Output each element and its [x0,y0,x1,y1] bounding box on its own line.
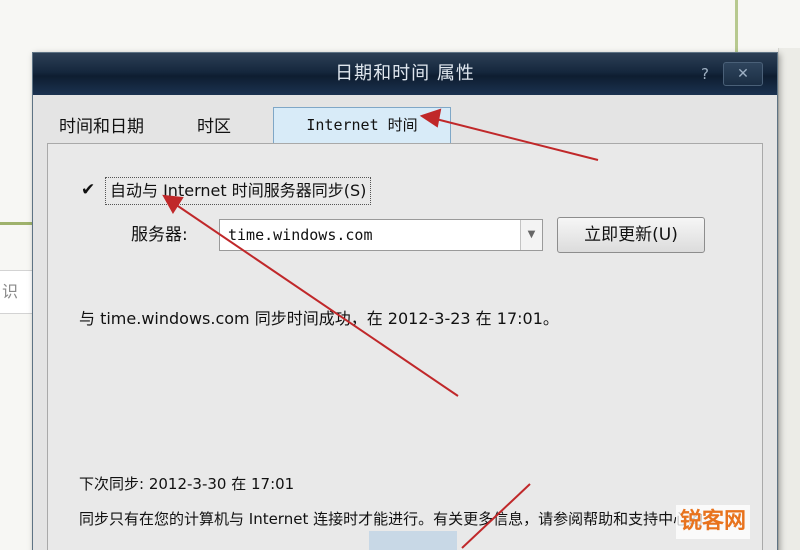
auto-sync-label[interactable]: 自动与 Internet 时间服务器同步(S) [105,177,372,205]
dropdown-arrow-icon[interactable]: ▼ [520,220,542,250]
help-button[interactable]: ? [693,63,717,85]
sync-status-text: 与 time.windows.com 同步时间成功，在 2012-3-23 在 … [79,309,559,328]
close-button[interactable]: ✕ [723,62,763,86]
title-bar[interactable]: 日期和时间 属性 ? ✕ [33,53,777,95]
auto-sync-checkbox[interactable]: ✔ [81,181,99,199]
sync-note-text: 同步只有在您的计算机与 Internet 连接时才能进行。有关更多信息，请参阅帮… [79,509,719,529]
update-now-button[interactable]: 立即更新(U) [557,217,705,253]
tab-date-and-time[interactable]: 时间和日期 [59,111,181,143]
checkmark-icon: ✔ [81,180,96,200]
server-combobox[interactable]: time.windows.com ▼ [219,219,543,251]
help-link[interactable]: 时间同步 [369,531,457,550]
tab-time-zone[interactable]: 时区 [197,111,251,143]
sync-note-body: 同步只有在您的计算机与 Internet 连接时才能进行。有关更多信息，请参阅帮… [79,510,704,528]
dialog-title: 日期和时间 属性 [335,63,475,84]
background-divider [0,222,36,225]
tab-internet-time[interactable]: Internet 时间 [273,107,451,143]
server-label: 服务器: [131,225,188,245]
background-input-fragment: 识 [0,270,36,314]
date-time-properties-dialog: 日期和时间 属性 ? ✕ 时间和日期 时区 Internet 时间 ✔ 自动与 … [32,52,778,550]
background-divider [735,0,738,60]
close-icon: ✕ [737,66,749,82]
background-scroll-area [778,48,800,550]
next-sync-text: 下次同步: 2012-3-30 在 17:01 [79,475,295,493]
server-value[interactable]: time.windows.com [228,220,373,250]
watermark-logo: 锐客网 [676,505,751,539]
